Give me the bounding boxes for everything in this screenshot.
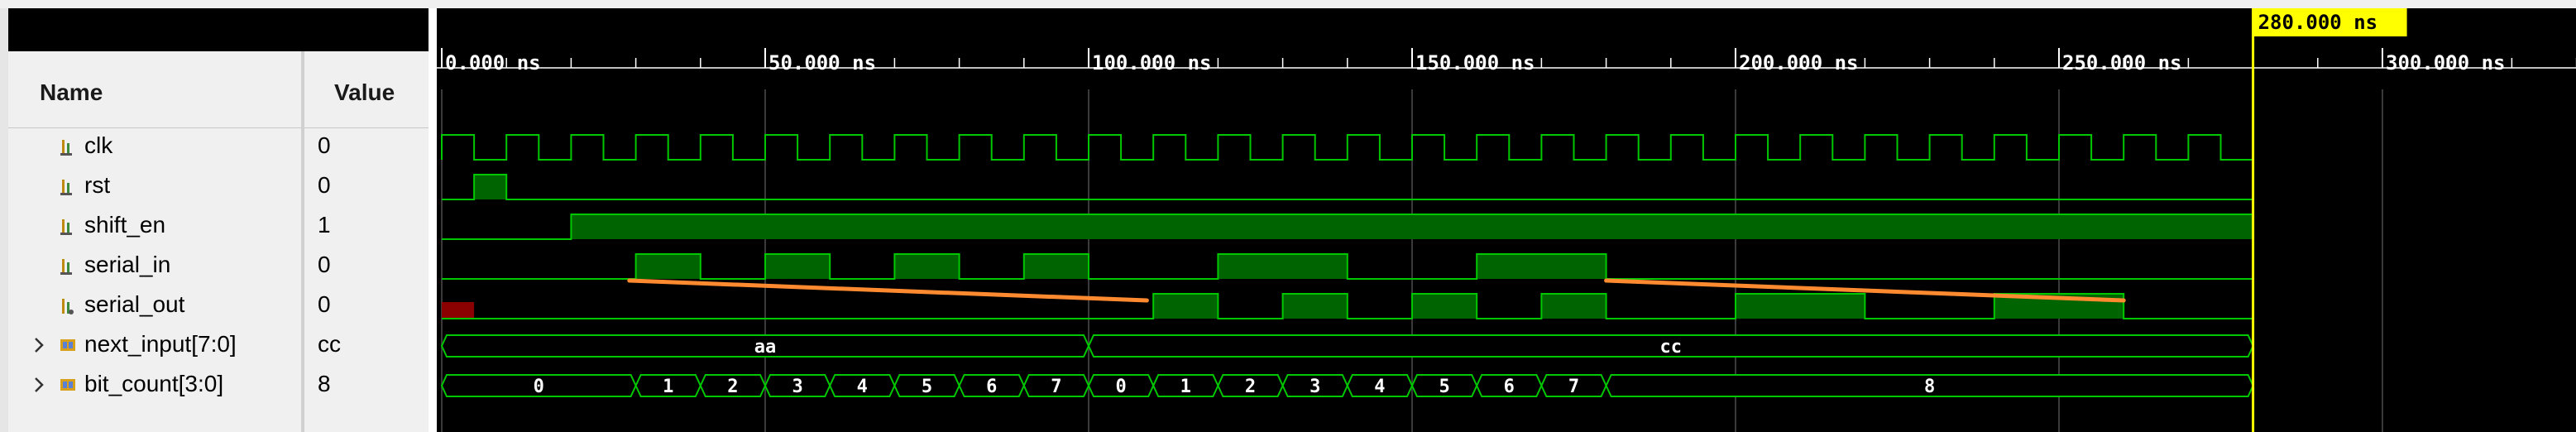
high-region [765,254,831,279]
name-column-header-label: Name [40,79,103,105]
pane-separator[interactable] [429,8,437,432]
value-column-header[interactable]: Value [304,51,429,128]
bus-value-label: cc [1660,337,1683,358]
name-column-header[interactable]: Name [8,51,301,128]
signal-row[interactable]: shift_en 1 [8,207,429,247]
bus-icon [56,334,79,358]
signal-value: cc [318,331,341,357]
signal-row[interactable]: serial_in 0 [8,247,429,286]
signal-trace [442,174,2253,200]
bus-value-label: 3 [792,377,802,397]
signal-value: 0 [318,132,331,158]
annotation-arrow-line [627,278,1149,303]
signal-value: 8 [318,371,331,396]
time-tick-label: 250.000 ns [2062,51,2182,74]
unknown-region [442,302,475,319]
signal-trace [442,253,2253,280]
input-port-icon [56,255,79,278]
high-region [1153,294,1219,319]
high-region [635,254,701,279]
bus-value-label: 0 [1115,377,1126,397]
bus-value-label: 1 [1180,377,1191,397]
waveform-viewer: Name Value clk 0 rst 0 shift_en 1 serial_in 0 se… [0,0,2576,432]
bus-value-label: 4 [857,377,868,397]
bus-value-label: 1 [663,377,673,397]
input-port-icon [56,136,79,159]
bus-value-label: 2 [727,377,738,397]
time-tick-label: 300.000 ns [2386,51,2506,74]
time-tick-label: 50.000 ns [768,51,876,74]
bus-value-label: 5 [1439,377,1449,397]
bus-value-label: 4 [1374,377,1385,397]
high-region [894,254,960,279]
top-border [0,0,2576,8]
signal-trace [442,293,2253,319]
time-tick-label: 100.000 ns [1092,51,1212,74]
signal-value: 0 [318,291,331,317]
bus-value-label: 6 [986,377,997,397]
input-port-icon [56,215,79,238]
signal-name: shift_en [84,212,166,238]
chevron-right-icon[interactable] [30,334,48,356]
clk-trace [441,134,2253,161]
input-port-icon [56,175,79,199]
signal-name: serial_in [84,252,171,277]
bus-value-label: 7 [1051,377,1061,397]
value-column-header-label: Value [334,79,395,105]
bus-value-label: 5 [922,377,932,397]
bus-value-label: 2 [1245,377,1256,397]
bus-value-label: aa [754,337,777,358]
signal-row[interactable]: serial_out 0 [8,286,429,326]
high-region [474,175,507,199]
signal-value: 0 [318,252,331,277]
time-cursor-label: 280.000 ns [2258,11,2378,34]
high-region [1736,294,1865,319]
signal-name: bit_count[3:0] [84,371,224,396]
bus-value-label: 8 [1924,377,1935,397]
signal-name: clk [84,132,113,158]
bus-value-label: 7 [1568,377,1579,397]
bus-icon [56,374,79,397]
high-region [1412,294,1477,319]
signal-name: next_input[7:0] [84,331,237,357]
signal-value: 0 [318,172,331,198]
high-region [1541,294,1606,319]
chevron-right-icon[interactable] [30,374,48,396]
bus-value-label: 0 [534,377,544,397]
signal-name: rst [84,172,111,198]
signal-value: 1 [318,212,331,238]
time-tick-label: 150.000 ns [1415,51,1535,74]
high-region [1218,254,1348,279]
signal-row[interactable]: rst 0 [8,167,429,207]
high-region [1282,294,1348,319]
time-tick-label: 200.000 ns [1739,51,1859,74]
high-region [571,214,2253,239]
bus-value-label: 6 [1504,377,1515,397]
signal-name: serial_out [84,291,185,317]
signal-row[interactable]: clk 0 [8,127,429,167]
high-region [1023,254,1089,279]
time-tick-label: 0.000 ns [445,51,541,74]
bus-value-label: 3 [1310,377,1320,397]
waveform-canvas[interactable]: 0.000 ns 50.000 ns 100.000 ns 150.000 ns 200… [437,8,2576,432]
output-port-icon [56,295,79,318]
signal-row[interactable]: bit_count[3:0] 8 [8,366,429,406]
left-edge-strip [0,8,8,432]
high-region [1477,254,1606,279]
signal-row[interactable]: next_input[7:0] cc [8,326,429,366]
